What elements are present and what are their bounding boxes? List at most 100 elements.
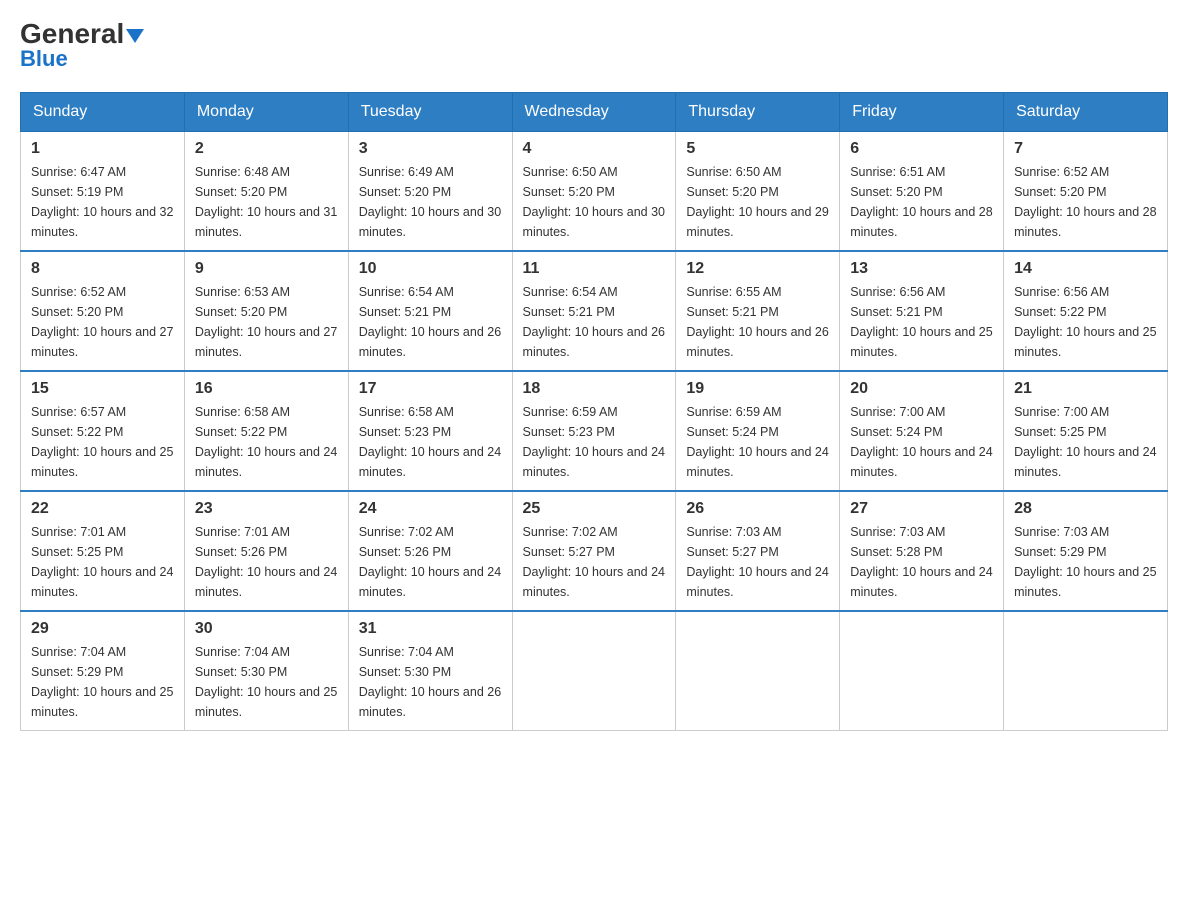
day-info: Sunrise: 7:04 AMSunset: 5:30 PMDaylight:… bbox=[359, 645, 501, 719]
calendar-cell: 20 Sunrise: 7:00 AMSunset: 5:24 PMDaylig… bbox=[840, 371, 1004, 491]
day-number: 5 bbox=[686, 140, 829, 158]
day-number: 19 bbox=[686, 380, 829, 398]
day-info: Sunrise: 6:58 AMSunset: 5:22 PMDaylight:… bbox=[195, 405, 337, 479]
day-number: 2 bbox=[195, 140, 338, 158]
day-number: 30 bbox=[195, 620, 338, 638]
calendar-cell: 13 Sunrise: 6:56 AMSunset: 5:21 PMDaylig… bbox=[840, 251, 1004, 371]
day-number: 18 bbox=[523, 380, 666, 398]
calendar-cell: 2 Sunrise: 6:48 AMSunset: 5:20 PMDayligh… bbox=[184, 132, 348, 252]
calendar-cell: 29 Sunrise: 7:04 AMSunset: 5:29 PMDaylig… bbox=[21, 611, 185, 731]
day-info: Sunrise: 7:00 AMSunset: 5:25 PMDaylight:… bbox=[1014, 405, 1156, 479]
day-number: 28 bbox=[1014, 500, 1157, 518]
calendar-cell: 7 Sunrise: 6:52 AMSunset: 5:20 PMDayligh… bbox=[1004, 132, 1168, 252]
day-number: 1 bbox=[31, 140, 174, 158]
day-number: 25 bbox=[523, 500, 666, 518]
week-row-1: 1 Sunrise: 6:47 AMSunset: 5:19 PMDayligh… bbox=[21, 132, 1168, 252]
day-info: Sunrise: 7:04 AMSunset: 5:29 PMDaylight:… bbox=[31, 645, 173, 719]
day-number: 27 bbox=[850, 500, 993, 518]
day-info: Sunrise: 7:02 AMSunset: 5:26 PMDaylight:… bbox=[359, 525, 501, 599]
calendar-cell: 31 Sunrise: 7:04 AMSunset: 5:30 PMDaylig… bbox=[348, 611, 512, 731]
day-info: Sunrise: 6:52 AMSunset: 5:20 PMDaylight:… bbox=[1014, 165, 1156, 239]
day-info: Sunrise: 7:03 AMSunset: 5:27 PMDaylight:… bbox=[686, 525, 828, 599]
day-number: 26 bbox=[686, 500, 829, 518]
day-number: 20 bbox=[850, 380, 993, 398]
calendar-cell bbox=[840, 611, 1004, 731]
day-number: 11 bbox=[523, 260, 666, 278]
calendar-cell bbox=[512, 611, 676, 731]
calendar-cell: 21 Sunrise: 7:00 AMSunset: 5:25 PMDaylig… bbox=[1004, 371, 1168, 491]
day-info: Sunrise: 7:01 AMSunset: 5:26 PMDaylight:… bbox=[195, 525, 337, 599]
day-number: 13 bbox=[850, 260, 993, 278]
day-info: Sunrise: 7:02 AMSunset: 5:27 PMDaylight:… bbox=[523, 525, 665, 599]
day-number: 8 bbox=[31, 260, 174, 278]
day-info: Sunrise: 6:51 AMSunset: 5:20 PMDaylight:… bbox=[850, 165, 992, 239]
week-row-4: 22 Sunrise: 7:01 AMSunset: 5:25 PMDaylig… bbox=[21, 491, 1168, 611]
calendar-cell: 14 Sunrise: 6:56 AMSunset: 5:22 PMDaylig… bbox=[1004, 251, 1168, 371]
calendar-cell: 17 Sunrise: 6:58 AMSunset: 5:23 PMDaylig… bbox=[348, 371, 512, 491]
day-info: Sunrise: 6:56 AMSunset: 5:21 PMDaylight:… bbox=[850, 285, 992, 359]
calendar-cell bbox=[676, 611, 840, 731]
day-info: Sunrise: 6:59 AMSunset: 5:24 PMDaylight:… bbox=[686, 405, 828, 479]
day-info: Sunrise: 7:01 AMSunset: 5:25 PMDaylight:… bbox=[31, 525, 173, 599]
day-info: Sunrise: 6:54 AMSunset: 5:21 PMDaylight:… bbox=[359, 285, 501, 359]
header-sunday: Sunday bbox=[21, 93, 185, 132]
day-info: Sunrise: 6:49 AMSunset: 5:20 PMDaylight:… bbox=[359, 165, 501, 239]
day-info: Sunrise: 6:57 AMSunset: 5:22 PMDaylight:… bbox=[31, 405, 173, 479]
week-row-3: 15 Sunrise: 6:57 AMSunset: 5:22 PMDaylig… bbox=[21, 371, 1168, 491]
page-header: General Blue bbox=[20, 20, 1168, 72]
day-number: 16 bbox=[195, 380, 338, 398]
header-saturday: Saturday bbox=[1004, 93, 1168, 132]
day-number: 14 bbox=[1014, 260, 1157, 278]
day-number: 17 bbox=[359, 380, 502, 398]
day-info: Sunrise: 6:53 AMSunset: 5:20 PMDaylight:… bbox=[195, 285, 337, 359]
day-info: Sunrise: 6:50 AMSunset: 5:20 PMDaylight:… bbox=[686, 165, 828, 239]
calendar-cell: 12 Sunrise: 6:55 AMSunset: 5:21 PMDaylig… bbox=[676, 251, 840, 371]
day-info: Sunrise: 6:58 AMSunset: 5:23 PMDaylight:… bbox=[359, 405, 501, 479]
calendar-cell: 8 Sunrise: 6:52 AMSunset: 5:20 PMDayligh… bbox=[21, 251, 185, 371]
week-row-2: 8 Sunrise: 6:52 AMSunset: 5:20 PMDayligh… bbox=[21, 251, 1168, 371]
header-thursday: Thursday bbox=[676, 93, 840, 132]
calendar-cell: 22 Sunrise: 7:01 AMSunset: 5:25 PMDaylig… bbox=[21, 491, 185, 611]
calendar-cell: 6 Sunrise: 6:51 AMSunset: 5:20 PMDayligh… bbox=[840, 132, 1004, 252]
calendar-cell: 10 Sunrise: 6:54 AMSunset: 5:21 PMDaylig… bbox=[348, 251, 512, 371]
day-number: 4 bbox=[523, 140, 666, 158]
day-info: Sunrise: 7:03 AMSunset: 5:28 PMDaylight:… bbox=[850, 525, 992, 599]
day-info: Sunrise: 7:00 AMSunset: 5:24 PMDaylight:… bbox=[850, 405, 992, 479]
day-number: 21 bbox=[1014, 380, 1157, 398]
day-info: Sunrise: 6:54 AMSunset: 5:21 PMDaylight:… bbox=[523, 285, 665, 359]
week-row-5: 29 Sunrise: 7:04 AMSunset: 5:29 PMDaylig… bbox=[21, 611, 1168, 731]
day-info: Sunrise: 6:50 AMSunset: 5:20 PMDaylight:… bbox=[523, 165, 665, 239]
calendar-cell: 11 Sunrise: 6:54 AMSunset: 5:21 PMDaylig… bbox=[512, 251, 676, 371]
day-info: Sunrise: 6:56 AMSunset: 5:22 PMDaylight:… bbox=[1014, 285, 1156, 359]
calendar-cell: 23 Sunrise: 7:01 AMSunset: 5:26 PMDaylig… bbox=[184, 491, 348, 611]
calendar-cell: 4 Sunrise: 6:50 AMSunset: 5:20 PMDayligh… bbox=[512, 132, 676, 252]
day-info: Sunrise: 6:48 AMSunset: 5:20 PMDaylight:… bbox=[195, 165, 337, 239]
calendar-table: SundayMondayTuesdayWednesdayThursdayFrid… bbox=[20, 92, 1168, 731]
calendar-cell: 18 Sunrise: 6:59 AMSunset: 5:23 PMDaylig… bbox=[512, 371, 676, 491]
logo: General Blue bbox=[20, 20, 144, 72]
calendar-cell: 26 Sunrise: 7:03 AMSunset: 5:27 PMDaylig… bbox=[676, 491, 840, 611]
calendar-cell: 16 Sunrise: 6:58 AMSunset: 5:22 PMDaylig… bbox=[184, 371, 348, 491]
calendar-cell: 5 Sunrise: 6:50 AMSunset: 5:20 PMDayligh… bbox=[676, 132, 840, 252]
day-info: Sunrise: 7:03 AMSunset: 5:29 PMDaylight:… bbox=[1014, 525, 1156, 599]
day-number: 12 bbox=[686, 260, 829, 278]
day-number: 6 bbox=[850, 140, 993, 158]
logo-name: General bbox=[20, 20, 144, 48]
calendar-cell: 3 Sunrise: 6:49 AMSunset: 5:20 PMDayligh… bbox=[348, 132, 512, 252]
calendar-cell: 25 Sunrise: 7:02 AMSunset: 5:27 PMDaylig… bbox=[512, 491, 676, 611]
calendar-cell: 19 Sunrise: 6:59 AMSunset: 5:24 PMDaylig… bbox=[676, 371, 840, 491]
calendar-cell: 9 Sunrise: 6:53 AMSunset: 5:20 PMDayligh… bbox=[184, 251, 348, 371]
day-info: Sunrise: 6:59 AMSunset: 5:23 PMDaylight:… bbox=[523, 405, 665, 479]
day-info: Sunrise: 6:47 AMSunset: 5:19 PMDaylight:… bbox=[31, 165, 173, 239]
day-number: 24 bbox=[359, 500, 502, 518]
logo-blue: Blue bbox=[20, 46, 68, 72]
calendar-cell: 24 Sunrise: 7:02 AMSunset: 5:26 PMDaylig… bbox=[348, 491, 512, 611]
day-number: 22 bbox=[31, 500, 174, 518]
day-number: 10 bbox=[359, 260, 502, 278]
day-info: Sunrise: 6:55 AMSunset: 5:21 PMDaylight:… bbox=[686, 285, 828, 359]
header-wednesday: Wednesday bbox=[512, 93, 676, 132]
calendar-cell: 30 Sunrise: 7:04 AMSunset: 5:30 PMDaylig… bbox=[184, 611, 348, 731]
day-number: 29 bbox=[31, 620, 174, 638]
calendar-cell: 27 Sunrise: 7:03 AMSunset: 5:28 PMDaylig… bbox=[840, 491, 1004, 611]
calendar-cell: 1 Sunrise: 6:47 AMSunset: 5:19 PMDayligh… bbox=[21, 132, 185, 252]
